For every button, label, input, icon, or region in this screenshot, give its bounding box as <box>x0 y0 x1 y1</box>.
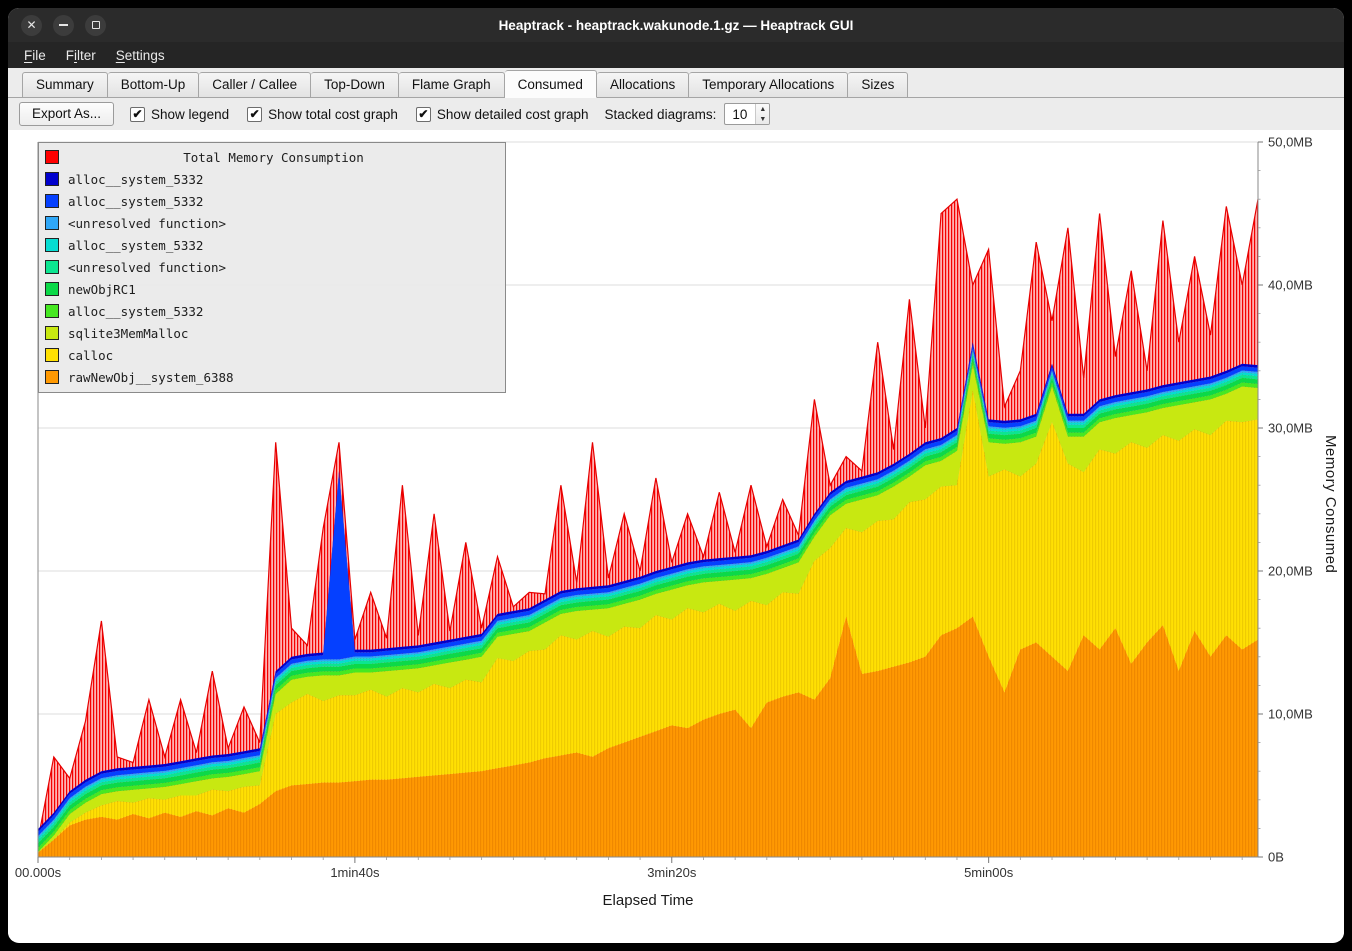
check-icon: ✔ <box>250 108 260 120</box>
legend-label: alloc__system_5332 <box>68 238 203 253</box>
legend-label: alloc__system_5332 <box>68 194 203 209</box>
stacked-diagrams-value: 10 <box>725 104 755 124</box>
x-tick-label: 3min20s <box>647 865 697 880</box>
stacked-series <box>38 342 1258 857</box>
legend-item: calloc <box>39 344 505 366</box>
tab-flame-graph[interactable]: Flame Graph <box>399 72 505 98</box>
legend-item: rawNewObj__system_6388 <box>39 366 505 388</box>
y-tick-label: 0B <box>1268 850 1284 865</box>
y-tick-label: 50,0MB <box>1268 135 1313 150</box>
checkbox-group: ✔ Show legend ✔ Show total cost graph ✔ Show … <box>130 107 589 122</box>
legend-label: newObjRC1 <box>68 282 136 297</box>
tab-summary[interactable]: Summary <box>22 72 108 98</box>
menu-filter[interactable]: Filter <box>56 45 106 66</box>
chart-legend: Total Memory Consumption alloc__system_53… <box>38 142 506 393</box>
close-icon: ✕ <box>26 19 36 31</box>
x-axis-title: Elapsed Time <box>38 892 1258 909</box>
legend-item: alloc__system_5332 <box>39 190 505 212</box>
y-tick-label: 40,0MB <box>1268 278 1313 293</box>
y-axis-title: Memory Consumed <box>1322 435 1339 573</box>
legend-swatch <box>45 282 59 296</box>
stacked-diagrams-label: Stacked diagrams: <box>605 107 717 122</box>
legend-swatch <box>45 304 59 318</box>
window-title: Heaptrack - heaptrack.wakunode.1.gz — He… <box>499 18 854 33</box>
chart-area: 00.000s 1min40s 3min20s 5min00s 0B 10,0MB 20,0… <box>8 130 1344 941</box>
menu-settings[interactable]: Settings <box>106 45 175 66</box>
legend-item: alloc__system_5332 <box>39 300 505 322</box>
legend-item: sqlite3MemMalloc <box>39 322 505 344</box>
y-tick-label: 20,0MB <box>1268 564 1313 579</box>
legend-item: alloc__system_5332 <box>39 234 505 256</box>
tab-consumed[interactable]: Consumed <box>505 70 597 98</box>
checkbox-box: ✔ <box>247 107 262 122</box>
checkbox-label: Show total cost graph <box>268 107 398 122</box>
spin-up-button[interactable]: ▲ <box>756 104 769 114</box>
tab-bottom-up[interactable]: Bottom-Up <box>108 72 200 98</box>
legend-label: Total Memory Consumption <box>68 150 499 165</box>
legend-swatch <box>45 216 59 230</box>
tab-sizes[interactable]: Sizes <box>848 72 908 98</box>
legend-item: <unresolved function> <box>39 212 505 234</box>
legend-swatch <box>45 150 59 164</box>
legend-title-row: Total Memory Consumption <box>39 146 505 168</box>
check-icon: ✔ <box>418 108 428 120</box>
stacked-diagrams-group: Stacked diagrams: 10 ▲▼ <box>605 103 771 125</box>
x-tick-label: 5min00s <box>964 865 1014 880</box>
check-icon: ✔ <box>133 108 143 120</box>
checkbox-box: ✔ <box>416 107 431 122</box>
legend-swatch <box>45 348 59 362</box>
checkbox-label: Show detailed cost graph <box>437 107 589 122</box>
minimize-button[interactable] <box>53 15 74 36</box>
x-tick-label: 00.000s <box>15 865 62 880</box>
show-legend-checkbox[interactable]: ✔ Show legend <box>130 107 229 122</box>
legend-label: calloc <box>68 348 113 363</box>
legend-label: <unresolved function> <box>68 260 226 275</box>
tab-bar: SummaryBottom-UpCaller / CalleeTop-DownF… <box>8 68 1344 98</box>
legend-item: alloc__system_5332 <box>39 168 505 190</box>
legend-item: newObjRC1 <box>39 278 505 300</box>
spin-down-button[interactable]: ▼ <box>756 114 769 124</box>
tab-caller-callee[interactable]: Caller / Callee <box>199 72 311 98</box>
legend-swatch <box>45 370 59 384</box>
heaptrack-window: ✕ Heaptrack - heaptrack.wakunode.1.gz — … <box>8 8 1344 943</box>
legend-item: <unresolved function> <box>39 256 505 278</box>
legend-swatch <box>45 172 59 186</box>
stacked-diagrams-spinbox[interactable]: 10 ▲▼ <box>724 103 770 125</box>
toolbar: Export As... ✔ Show legend ✔ Show total cos… <box>8 98 1344 130</box>
legend-label: alloc__system_5332 <box>68 172 203 187</box>
close-button[interactable]: ✕ <box>21 15 42 36</box>
x-tick-label: 1min40s <box>330 865 380 880</box>
spinner-arrows: ▲▼ <box>755 104 769 124</box>
legend-swatch <box>45 194 59 208</box>
show-detailed-cost-graph-checkbox[interactable]: ✔ Show detailed cost graph <box>416 107 589 122</box>
menu-file[interactable]: File <box>14 45 56 66</box>
tab-temporary-allocations[interactable]: Temporary Allocations <box>689 72 848 98</box>
checkbox-label: Show legend <box>151 107 229 122</box>
legend-swatch <box>45 326 59 340</box>
tab-top-down[interactable]: Top-Down <box>311 72 399 98</box>
show-total-cost-graph-checkbox[interactable]: ✔ Show total cost graph <box>247 107 398 122</box>
legend-swatch <box>45 238 59 252</box>
legend-label: rawNewObj__system_6388 <box>68 370 234 385</box>
menu-bar: FileFilterSettings <box>8 42 1344 68</box>
minimize-icon <box>59 24 68 26</box>
maximize-icon <box>92 21 100 29</box>
maximize-button[interactable] <box>85 15 106 36</box>
legend-label: sqlite3MemMalloc <box>68 326 188 341</box>
titlebar[interactable]: ✕ Heaptrack - heaptrack.wakunode.1.gz — … <box>8 8 1344 42</box>
export-as-button[interactable]: Export As... <box>19 102 114 126</box>
window-controls: ✕ <box>21 8 106 42</box>
tab-allocations[interactable]: Allocations <box>597 72 689 98</box>
legend-label: <unresolved function> <box>68 216 226 231</box>
y-tick-label: 10,0MB <box>1268 707 1313 722</box>
checkbox-box: ✔ <box>130 107 145 122</box>
y-tick-label: 30,0MB <box>1268 421 1313 436</box>
legend-label: alloc__system_5332 <box>68 304 203 319</box>
legend-swatch <box>45 260 59 274</box>
